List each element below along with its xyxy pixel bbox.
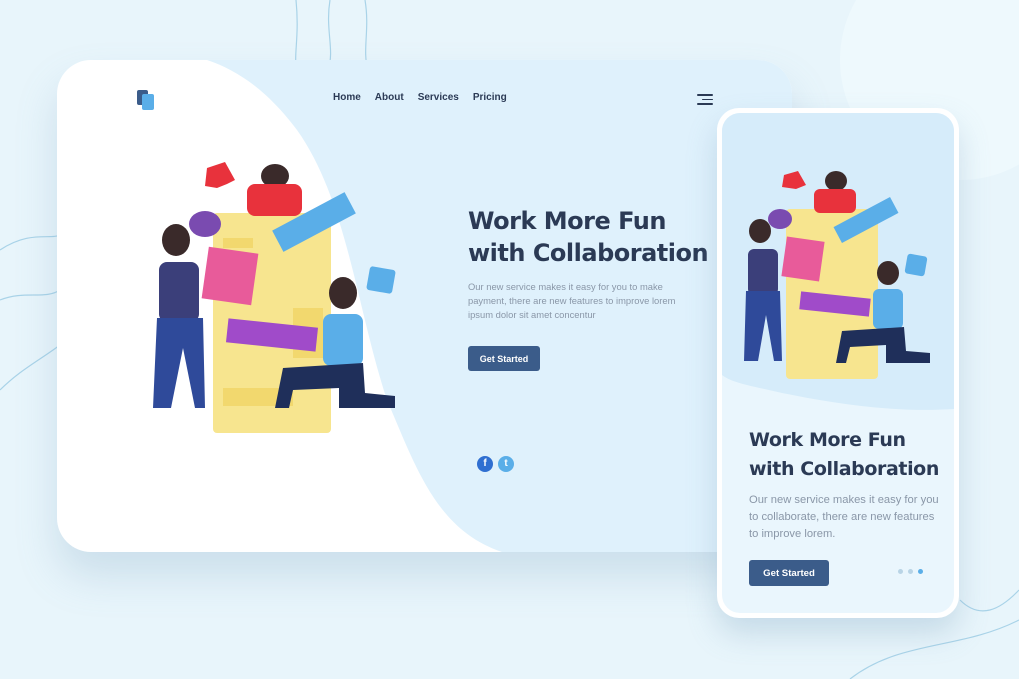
pagination-dot-3[interactable] — [918, 569, 923, 574]
nav-services[interactable]: Services — [418, 92, 459, 103]
get-started-button[interactable]: Get Started — [468, 346, 540, 371]
mobile-hero-description: Our new service makes it easy for you to… — [749, 494, 939, 540]
social-links: f t — [477, 456, 514, 472]
mobile-mockup: Work More Fun with Collaboration Our new… — [717, 108, 959, 618]
mobile-screen: Work More Fun with Collaboration Our new… — [722, 113, 954, 613]
pagination-dot-2[interactable] — [908, 569, 913, 574]
main-nav: Home About Services Pricing — [333, 92, 507, 103]
twitter-icon[interactable]: t — [498, 456, 514, 472]
mobile-title-line1: Work More Fun — [749, 429, 906, 451]
collaboration-illustration — [153, 162, 396, 433]
mobile-get-started-button[interactable]: Get Started — [749, 560, 829, 586]
mobile-collaboration-illustration — [744, 171, 930, 379]
desktop-mockup: Home About Services Pricing Work More Fu… — [57, 60, 792, 552]
hero-title-line1: Work More Fun — [468, 207, 666, 235]
hamburger-menu-icon[interactable] — [697, 94, 713, 106]
hero-title: Work More Fun with Collaboration — [468, 205, 728, 269]
hero-title-highlight: Collaboration — [532, 239, 711, 268]
carousel-pagination — [898, 569, 923, 574]
mobile-title-highlight: Collaboration — [800, 455, 941, 484]
mobile-hero-title: Work More Fun with Collaboration — [749, 426, 949, 484]
logo-icon[interactable] — [137, 90, 155, 110]
mobile-title-prefix: with — [749, 458, 801, 480]
nav-pricing[interactable]: Pricing — [473, 92, 507, 103]
nav-home[interactable]: Home — [333, 92, 361, 103]
nav-about[interactable]: About — [375, 92, 404, 103]
pagination-dot-1[interactable] — [898, 569, 903, 574]
hero-description: Our new service makes it easy for you to… — [468, 281, 676, 320]
hero-title-prefix: with — [468, 239, 533, 267]
facebook-icon[interactable]: f — [477, 456, 493, 472]
